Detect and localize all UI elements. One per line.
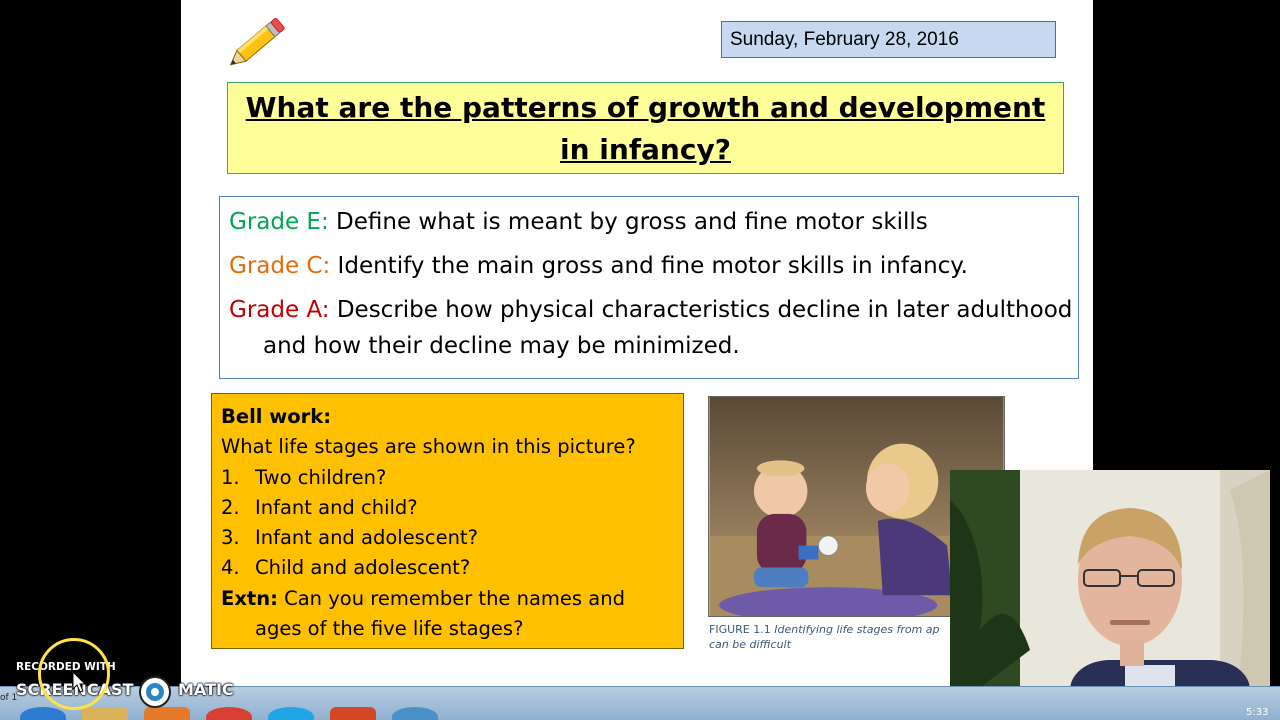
answer-option: 1. Two children? xyxy=(221,463,683,493)
objective-grade-e: Grade E: Define what is meant by gross a… xyxy=(229,204,1078,240)
grade-e-label: Grade E: xyxy=(229,209,329,235)
figure-label: FIGURE 1.1 xyxy=(709,623,771,636)
bell-work-box: Bell work: What life stages are shown in… xyxy=(211,393,684,649)
matic-label: MATIC xyxy=(178,680,234,699)
caption-text-line2: can be difficult xyxy=(709,638,791,651)
answer-option: 2. Infant and child? xyxy=(221,493,683,523)
grade-a-label: Grade A: xyxy=(229,297,330,323)
answer-option: 4. Child and adolescent? xyxy=(221,553,683,583)
extension-text-continued: ages of the five life stages? xyxy=(255,617,524,641)
option-number: 3. xyxy=(221,526,240,550)
figure-caption: FIGURE 1.1 Identifying life stages from … xyxy=(709,622,969,652)
answer-option: 3. Infant and adolescent? xyxy=(221,523,683,553)
objective-grade-c: Grade C: Identify the main gross and fin… xyxy=(229,248,1078,284)
option-number: 1. xyxy=(221,465,240,489)
webcam-overlay xyxy=(950,470,1270,710)
option-text: Child and adolescent? xyxy=(255,556,471,580)
option-number: 4. xyxy=(221,556,240,580)
option-text: Infant and child? xyxy=(255,495,418,519)
date-label: Sunday, February 28, 2016 xyxy=(721,21,1056,58)
caption-text: Identifying life stages from ap xyxy=(770,623,940,636)
bell-work-heading: Bell work: xyxy=(221,405,332,428)
screencast-logo-icon xyxy=(139,676,171,708)
pencil-icon xyxy=(229,17,285,66)
objective-text: Identify the main gross and fine motor s… xyxy=(330,253,968,279)
media-icon[interactable] xyxy=(392,707,438,720)
file-explorer-icon[interactable] xyxy=(82,707,128,720)
extension-question: Extn: Can you remember the names and xyxy=(221,584,683,614)
extension-text: Can you remember the names and xyxy=(277,586,625,610)
skype-icon[interactable] xyxy=(268,707,314,720)
option-text: Two children? xyxy=(255,465,387,489)
objective-text: Define what is meant by gross and fine m… xyxy=(328,209,928,235)
powerpoint-icon[interactable] xyxy=(330,707,376,720)
bell-work-question: What life stages are shown in this pictu… xyxy=(221,435,636,459)
mouse-pointer-icon xyxy=(72,671,86,693)
start-button[interactable] xyxy=(20,707,66,720)
objective-text: Describe how physical characteristics de… xyxy=(263,297,1073,359)
learning-objectives-box: Grade E: Define what is meant by gross a… xyxy=(219,196,1079,379)
option-text: Infant and adolescent? xyxy=(255,526,478,550)
chrome-icon[interactable] xyxy=(206,707,252,720)
grade-c-label: Grade C: xyxy=(229,253,331,279)
taskbar-clock: 5:33 xyxy=(1246,707,1269,718)
extension-label: Extn: xyxy=(221,586,278,610)
option-number: 2. xyxy=(221,495,240,519)
slide-title: What are the patterns of growth and deve… xyxy=(227,82,1064,174)
objective-grade-a: Grade A: Describe how physical character… xyxy=(229,292,1078,364)
